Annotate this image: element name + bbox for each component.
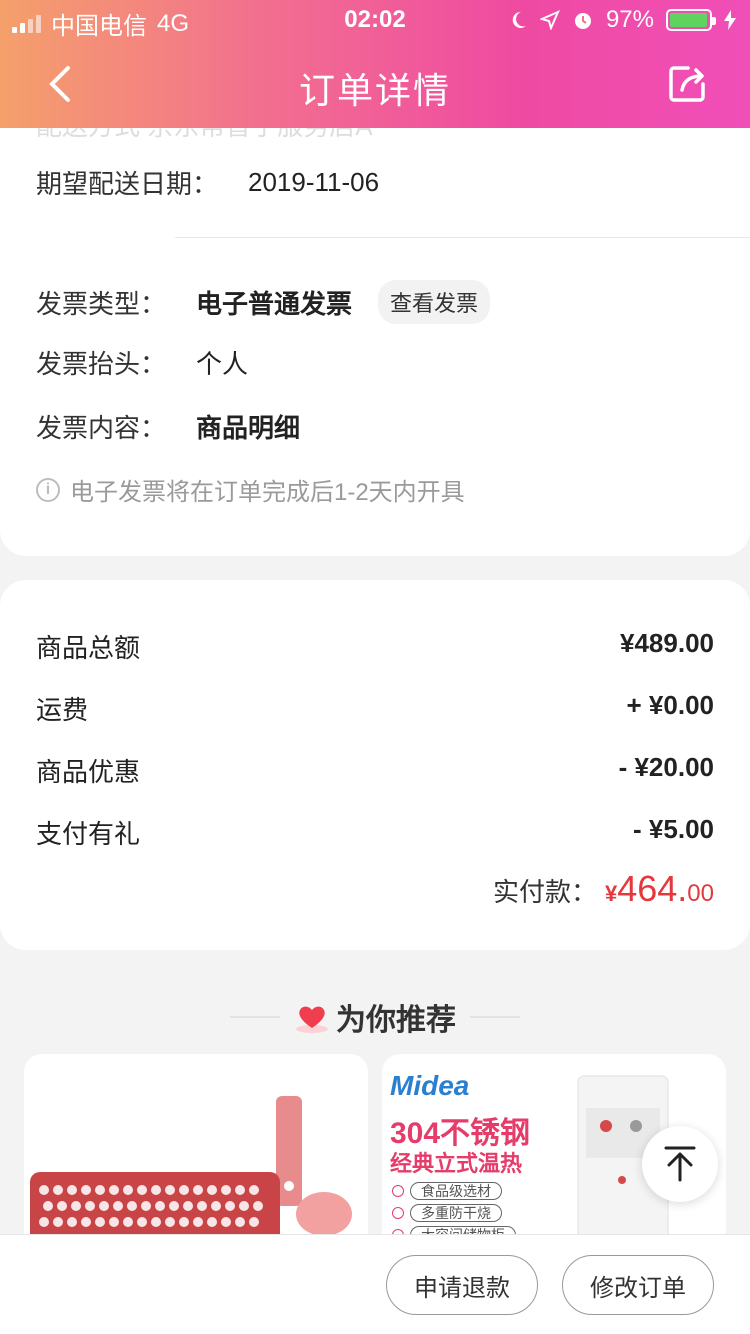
- amount-value: ¥489.00: [620, 628, 714, 658]
- invoice-type-value: 电子普通发票: [196, 288, 353, 319]
- status-right: 97%: [508, 6, 736, 34]
- product-feature: 食品级选材: [392, 1182, 502, 1200]
- heart-icon: [296, 1006, 328, 1033]
- amount-label: 支付有礼: [36, 819, 141, 849]
- status-bar: 中国电信 4G 02:02 97%: [0, 0, 750, 40]
- invoice-content-row: 发票内容： 商品明细: [36, 408, 300, 445]
- invoice-title-row: 发票抬头： 个人: [36, 344, 248, 381]
- modify-order-button[interactable]: 修改订单: [562, 1255, 714, 1315]
- amount-card: 商品总额 ¥489.00 运费 + ¥0.00 商品优惠 - ¥20.00 支付…: [0, 580, 750, 950]
- paid-currency: ¥: [604, 881, 618, 906]
- delivery-date-label: 期望配送日期：: [36, 169, 219, 199]
- product-card[interactable]: [24, 1054, 368, 1244]
- alarm-icon: [574, 13, 591, 29]
- info-icon: i: [36, 477, 60, 502]
- header: 中国电信 4G 02:02 97% 订单详情: [0, 0, 750, 128]
- invoice-type-row: 发票类型： 电子普通发票 查看发票: [36, 280, 491, 324]
- divider: [470, 1016, 520, 1018]
- divider: [230, 1016, 280, 1018]
- invoice-card: 配送方式 京东帮普宁服务店A 期望配送日期： 2019-11-06 发票类型： …: [0, 111, 750, 556]
- refund-button[interactable]: 申请退款: [386, 1255, 538, 1315]
- invoice-type-label: 发票类型：: [36, 288, 167, 319]
- battery-icon: [666, 9, 716, 31]
- amount-row: 运费 + ¥0.00: [36, 690, 714, 727]
- amount-value: - ¥5.00: [633, 814, 714, 844]
- recommend-title-text: 为你推荐: [336, 1004, 456, 1037]
- battery-percent: 97%: [605, 6, 654, 33]
- amount-value: + ¥0.00: [626, 690, 714, 720]
- amount-label: 商品优惠: [36, 757, 141, 787]
- arrow-up-icon: [664, 1146, 696, 1182]
- amount-row: 商品总额 ¥489.00: [36, 628, 714, 665]
- bottom-action-bar: 申请退款 修改订单: [0, 1234, 750, 1334]
- delivery-date-value: 2019-11-06: [248, 167, 380, 197]
- paid-amount: ¥464.00: [605, 868, 714, 910]
- amount-value: - ¥20.00: [618, 752, 714, 782]
- brand-logo: Midea: [390, 1070, 470, 1101]
- charging-icon: [724, 10, 736, 30]
- recommend-grid: Midea 304不锈钢 经典立式温热 食品级选材 多重防干烧 大容间储物柜: [24, 1054, 728, 1244]
- view-invoice-button[interactable]: 查看发票: [378, 280, 491, 324]
- page-title: 订单详情: [298, 70, 451, 111]
- amount-row: 商品优惠 - ¥20.00: [36, 752, 714, 789]
- product-feature: 多重防干烧: [392, 1204, 502, 1222]
- amount-label: 商品总额: [36, 633, 141, 663]
- feature-label: 多重防干烧: [410, 1204, 502, 1222]
- invoice-note-text: 电子发票将在订单完成后1-2天内开具: [70, 479, 465, 506]
- share-icon[interactable]: [666, 62, 710, 106]
- invoice-content-value: 商品明细: [196, 413, 301, 443]
- divider: [175, 237, 750, 238]
- invoice-title-label: 发票抬头：: [36, 349, 167, 379]
- moon-icon: [512, 11, 526, 28]
- nav-bar: 订单详情: [0, 48, 750, 120]
- paid-row: 实付款： ¥464.00: [493, 868, 714, 910]
- paid-integer: 464.: [617, 868, 688, 909]
- recommend-header: 为你推荐: [0, 992, 750, 1042]
- check-icon: [392, 1185, 404, 1197]
- paid-decimal: 00: [687, 880, 714, 907]
- check-icon: [392, 1207, 404, 1219]
- amount-label: 运费: [36, 695, 89, 725]
- feature-label: 食品级选材: [410, 1182, 502, 1200]
- delivery-date-row: 期望配送日期： 2019-11-06: [36, 164, 379, 201]
- paid-label: 实付款：: [492, 877, 597, 907]
- location-icon: [539, 10, 560, 30]
- product-subline: 经典立式温热: [390, 1151, 523, 1176]
- recommend-title: 为你推荐: [294, 995, 456, 1039]
- invoice-content-label: 发票内容：: [36, 413, 167, 443]
- keyboard-product-image: [30, 1096, 352, 1244]
- invoice-note: i 电子发票将在订单完成后1-2天内开具: [36, 472, 465, 507]
- invoice-title-value: 个人: [196, 349, 249, 379]
- back-to-top-button[interactable]: [642, 1126, 718, 1202]
- amount-row: 支付有礼 - ¥5.00: [36, 814, 714, 851]
